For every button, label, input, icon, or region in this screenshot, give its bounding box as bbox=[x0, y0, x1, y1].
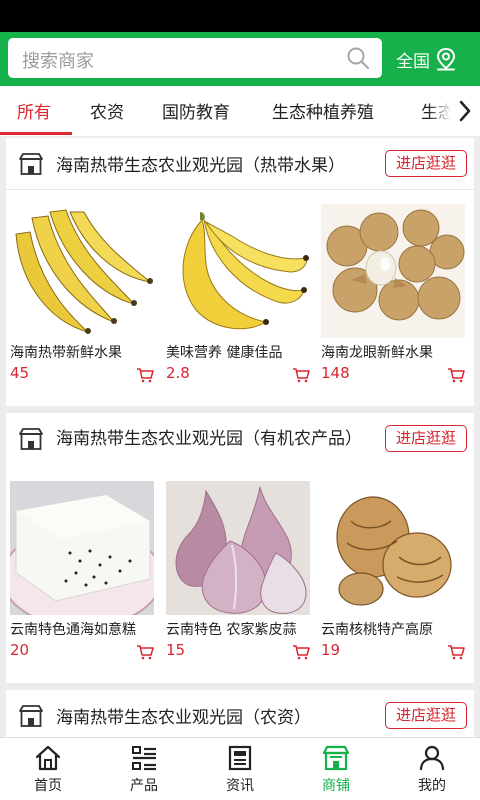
product-grid: 海南热带新鲜水果 45 美味营养 健康佳品 2.8 海南龙眼新鲜水果 148 bbox=[6, 204, 474, 394]
nav-news-label: 资讯 bbox=[226, 778, 254, 794]
search-input[interactable]: 搜索商家 bbox=[8, 38, 382, 78]
nav-stores[interactable]: 商铺 bbox=[288, 744, 384, 795]
product-price: 45 bbox=[10, 364, 30, 382]
nav-products-label: 产品 bbox=[130, 778, 158, 794]
store-icon bbox=[19, 428, 43, 450]
store-header: 海南热带生态农业观光园（热带水果） 进店逛逛 bbox=[6, 138, 474, 190]
product-name: 云南特色通海如意糕 bbox=[10, 622, 136, 638]
tab-agri-supplies[interactable]: 农资 bbox=[90, 98, 124, 123]
product-price: 148 bbox=[321, 364, 350, 382]
product-price: 2.8 bbox=[166, 364, 190, 382]
product-image-rice-cake[interactable] bbox=[10, 481, 154, 615]
cart-icon[interactable] bbox=[447, 644, 465, 660]
store-header: 海南热带生态农业观光园（农资） 进店逛逛 bbox=[6, 690, 474, 737]
nav-home[interactable]: 首页 bbox=[0, 744, 96, 795]
cart-icon[interactable] bbox=[447, 367, 465, 383]
home-icon bbox=[35, 745, 61, 771]
top-bar: 搜索商家 全国 bbox=[0, 32, 480, 86]
product-name: 海南热带新鲜水果 bbox=[10, 345, 122, 361]
product-name: 美味营养 健康佳品 bbox=[166, 345, 283, 361]
product-image-longan[interactable] bbox=[321, 204, 465, 338]
tab-defense-education[interactable]: 国防教育 bbox=[162, 98, 230, 123]
status-bar bbox=[0, 0, 480, 32]
store-icon bbox=[19, 705, 43, 727]
product-image-bananas[interactable] bbox=[166, 204, 310, 338]
cart-icon[interactable] bbox=[136, 367, 154, 383]
product-price: 19 bbox=[321, 641, 341, 659]
product-grid: 云南特色通海如意糕 20 云南特色 农家紫皮蒜 15 云南核桃特产高原 19 bbox=[6, 481, 474, 671]
product-price: 20 bbox=[10, 641, 30, 659]
store-icon bbox=[322, 745, 350, 771]
tabs-fade bbox=[428, 86, 480, 136]
nav-me[interactable]: 我的 bbox=[384, 744, 480, 795]
list-icon bbox=[132, 746, 156, 771]
nav-news[interactable]: 资讯 bbox=[192, 744, 288, 795]
cart-icon[interactable] bbox=[292, 367, 310, 383]
tab-eco-farming[interactable]: 生态种植养殖 bbox=[272, 98, 374, 123]
tab-all[interactable]: 所有 bbox=[17, 98, 51, 123]
chevron-right-icon[interactable] bbox=[458, 99, 472, 123]
product-image-garlic[interactable] bbox=[166, 481, 310, 615]
search-placeholder: 搜索商家 bbox=[22, 51, 94, 72]
store-card: 海南热带生态农业观光园（热带水果） 进店逛逛 海南热带新鲜水果 45 美味营养 … bbox=[6, 138, 474, 406]
cart-icon[interactable] bbox=[136, 644, 154, 660]
store-icon bbox=[19, 153, 43, 175]
store-title[interactable]: 海南热带生态农业观光园（有机农产品） bbox=[56, 419, 376, 459]
search-icon[interactable] bbox=[346, 46, 370, 70]
active-tab-indicator bbox=[0, 132, 72, 135]
product-name: 海南龙眼新鲜水果 bbox=[321, 345, 433, 361]
region-selector[interactable]: 全国 bbox=[396, 45, 457, 73]
product-price: 15 bbox=[166, 641, 186, 659]
nav-stores-label: 商铺 bbox=[322, 778, 350, 794]
store-card: 海南热带生态农业观光园（有机农产品） 进店逛逛 云南特色通海如意糕 20 云南特… bbox=[6, 413, 474, 683]
user-icon bbox=[419, 745, 445, 771]
category-tabs: 所有 农资 国防教育 生态种植养殖 生态 bbox=[0, 86, 480, 136]
product-name: 云南核桃特产高原 bbox=[321, 622, 433, 638]
cart-icon[interactable] bbox=[292, 644, 310, 660]
enter-store-button[interactable]: 进店逛逛 bbox=[385, 150, 467, 177]
product-name: 云南特色 农家紫皮蒜 bbox=[166, 622, 297, 638]
nav-me-label: 我的 bbox=[418, 778, 446, 794]
region-label: 全国 bbox=[396, 51, 430, 72]
store-header: 海南热带生态农业观光园（有机农产品） 进店逛逛 bbox=[6, 413, 474, 465]
product-image-walnuts[interactable] bbox=[321, 481, 465, 615]
store-title[interactable]: 海南热带生态农业观光园（农资） bbox=[56, 703, 311, 728]
bottom-nav: 首页 产品 资讯 商铺 我的 bbox=[0, 737, 480, 800]
news-icon bbox=[228, 745, 252, 771]
store-card: 海南热带生态农业观光园（农资） 进店逛逛 bbox=[6, 690, 474, 737]
product-image-bananas[interactable] bbox=[10, 204, 154, 338]
nav-products[interactable]: 产品 bbox=[96, 744, 192, 795]
enter-store-button[interactable]: 进店逛逛 bbox=[385, 425, 467, 452]
location-pin-icon bbox=[436, 47, 456, 71]
enter-store-button[interactable]: 进店逛逛 bbox=[385, 702, 467, 729]
nav-home-label: 首页 bbox=[34, 778, 62, 794]
store-title[interactable]: 海南热带生态农业观光园（热带水果） bbox=[56, 151, 345, 176]
